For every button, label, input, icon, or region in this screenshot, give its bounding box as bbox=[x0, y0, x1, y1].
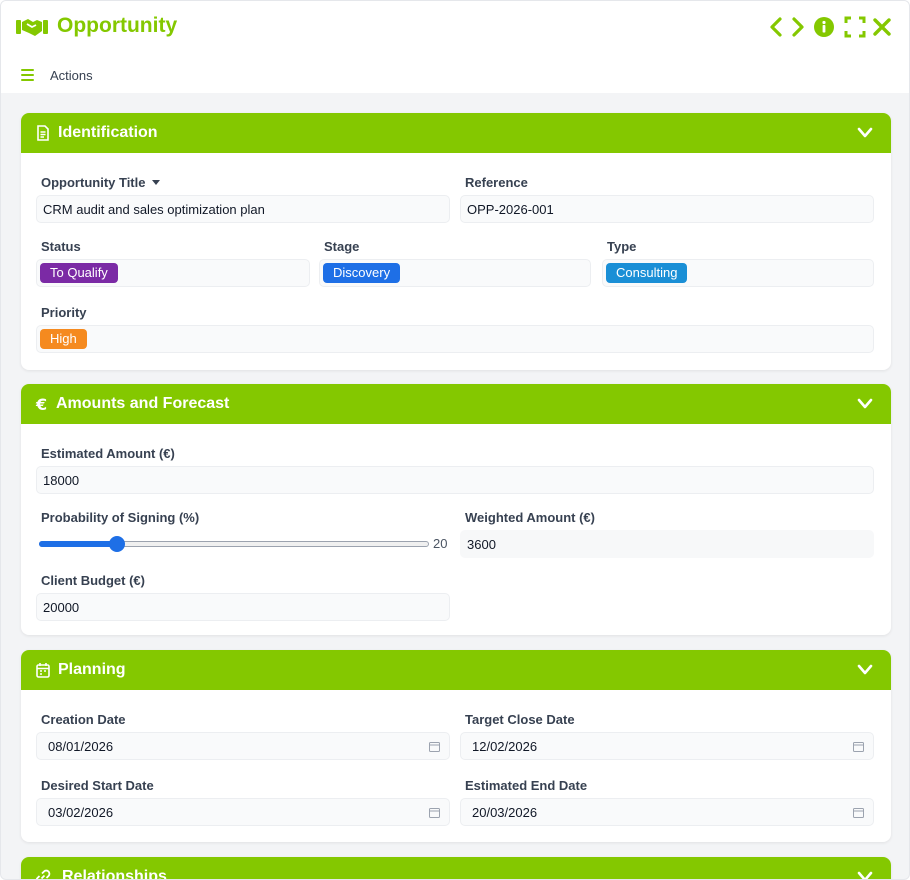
caret-down-icon bbox=[152, 179, 161, 185]
section-title: Planning bbox=[58, 661, 126, 678]
type-field[interactable]: Consulting bbox=[602, 259, 874, 287]
euro-icon: € bbox=[35, 396, 47, 412]
priority-label: Priority bbox=[41, 305, 87, 320]
handshake-icon bbox=[16, 19, 48, 36]
creation-date-input[interactable]: 08/01/2026 bbox=[36, 732, 450, 760]
estimated-amount-field[interactable]: 18000 bbox=[36, 466, 874, 494]
actions-menu[interactable]: Actions bbox=[21, 65, 93, 85]
close-icon[interactable] bbox=[871, 15, 893, 39]
section-title: Relationships bbox=[62, 868, 167, 880]
hamburger-icon bbox=[21, 69, 34, 81]
svg-text:€: € bbox=[35, 396, 47, 412]
fullscreen-icon[interactable] bbox=[844, 15, 866, 39]
section-title: Amounts and Forecast bbox=[56, 395, 230, 412]
calendar-picker-icon[interactable] bbox=[853, 807, 864, 818]
document-icon bbox=[37, 125, 49, 141]
relationships-header[interactable]: Relationships bbox=[21, 857, 891, 880]
creation-date-label: Creation Date bbox=[41, 712, 126, 727]
chevron-down-icon[interactable] bbox=[857, 663, 873, 677]
chevron-down-icon[interactable] bbox=[857, 397, 873, 411]
status-badge: To Qualify bbox=[40, 263, 118, 283]
opportunity-title-field[interactable]: CRM audit and sales optimization plan bbox=[36, 195, 450, 223]
next-icon[interactable] bbox=[787, 15, 809, 39]
info-icon[interactable] bbox=[813, 15, 835, 39]
calendar-picker-icon[interactable] bbox=[429, 807, 440, 818]
actions-label: Actions bbox=[50, 67, 93, 83]
desired-start-date-input[interactable]: 03/02/2026 bbox=[36, 798, 450, 826]
reference-label: Reference bbox=[465, 175, 528, 190]
calendar-picker-icon[interactable] bbox=[853, 741, 864, 752]
type-badge: Consulting bbox=[606, 263, 688, 283]
slider-thumb[interactable] bbox=[109, 536, 125, 552]
target-close-date-input[interactable]: 12/02/2026 bbox=[460, 732, 874, 760]
chevron-down-icon[interactable] bbox=[857, 126, 873, 140]
relationships-section: Relationships bbox=[21, 857, 891, 880]
calendar-icon bbox=[36, 663, 50, 678]
desired-start-date-label: Desired Start Date bbox=[41, 778, 154, 793]
section-title: Identification bbox=[58, 124, 158, 141]
opportunity-window: Opportunity Actions Identification Oppor… bbox=[0, 0, 910, 880]
slider-value: 20 bbox=[433, 536, 448, 551]
chevron-down-icon[interactable] bbox=[857, 870, 873, 880]
planning-header[interactable]: Planning bbox=[21, 650, 891, 690]
client-budget-field[interactable]: 20000 bbox=[36, 593, 450, 621]
identification-section: Identification Opportunity Title CRM aud… bbox=[21, 113, 891, 370]
client-budget-label: Client Budget (€) bbox=[41, 573, 145, 588]
probability-label: Probability of Signing (%) bbox=[41, 510, 200, 525]
status-label: Status bbox=[41, 239, 81, 254]
priority-field[interactable]: High bbox=[36, 325, 874, 353]
previous-icon[interactable] bbox=[766, 15, 788, 39]
opportunity-title-label[interactable]: Opportunity Title bbox=[41, 175, 161, 190]
amounts-section: € Amounts and Forecast Estimated Amount … bbox=[21, 384, 891, 635]
probability-slider[interactable]: 20 bbox=[37, 534, 457, 554]
weighted-amount-field: 3600 bbox=[460, 530, 874, 558]
link-icon bbox=[35, 869, 51, 879]
stage-badge: Discovery bbox=[323, 263, 401, 283]
estimated-end-date-label: Estimated End Date bbox=[465, 778, 588, 793]
window-header: Opportunity Actions bbox=[1, 1, 909, 93]
slider-fill bbox=[39, 541, 117, 547]
reference-field[interactable]: OPP-2026-001 bbox=[460, 195, 874, 223]
estimated-end-date-input[interactable]: 20/03/2026 bbox=[460, 798, 874, 826]
calendar-picker-icon[interactable] bbox=[429, 741, 440, 752]
priority-badge: High bbox=[40, 329, 87, 349]
type-label: Type bbox=[607, 239, 637, 254]
status-field[interactable]: To Qualify bbox=[36, 259, 310, 287]
stage-label: Stage bbox=[324, 239, 360, 254]
planning-section: Planning Creation Date 08/01/2026 Target… bbox=[21, 650, 891, 842]
weighted-amount-label: Weighted Amount (€) bbox=[465, 510, 595, 525]
amounts-header[interactable]: € Amounts and Forecast bbox=[21, 384, 891, 424]
stage-field[interactable]: Discovery bbox=[319, 259, 591, 287]
identification-header[interactable]: Identification bbox=[21, 113, 891, 153]
target-close-date-label: Target Close Date bbox=[465, 712, 575, 727]
window-title: Opportunity bbox=[57, 14, 178, 37]
estimated-amount-label: Estimated Amount (€) bbox=[41, 446, 175, 461]
